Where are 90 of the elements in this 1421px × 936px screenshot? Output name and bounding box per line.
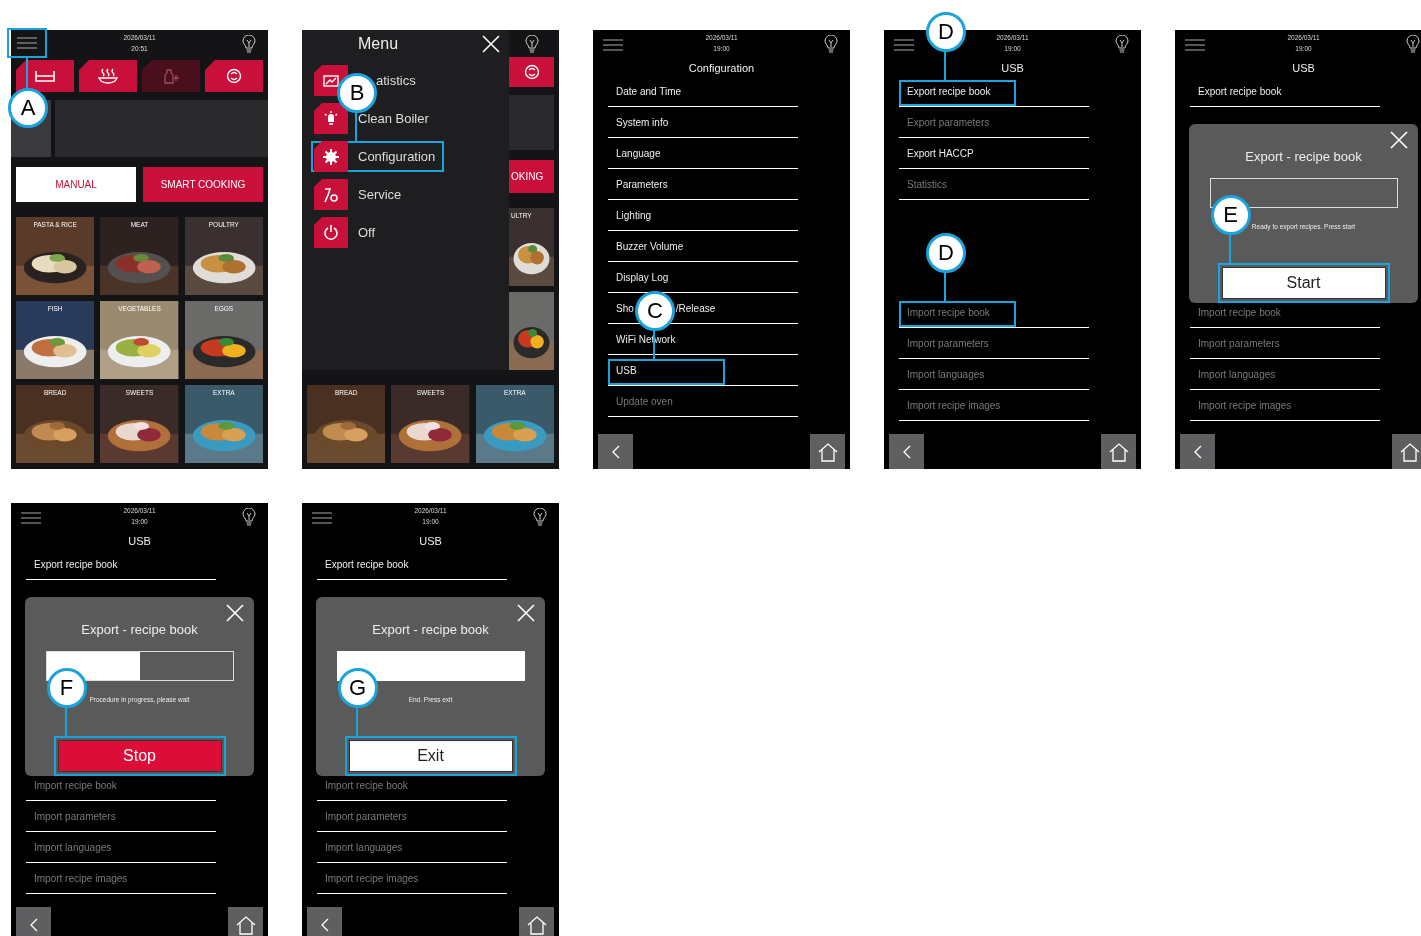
home-button[interactable] bbox=[519, 907, 554, 936]
list-item[interactable]: Lighting bbox=[608, 200, 798, 231]
back-button[interactable] bbox=[307, 907, 342, 936]
menu-icon bbox=[312, 512, 332, 524]
menu-title: Menu bbox=[358, 35, 399, 53]
leader-line bbox=[944, 50, 946, 80]
home-button[interactable] bbox=[810, 434, 845, 469]
menu-icon bbox=[894, 39, 914, 51]
list-item[interactable]: Export recipe book bbox=[1190, 76, 1380, 107]
close-icon[interactable] bbox=[481, 34, 501, 54]
start-button[interactable]: Start bbox=[1221, 267, 1386, 299]
list-item[interactable]: Language bbox=[608, 138, 798, 169]
leader-line bbox=[26, 58, 28, 88]
leader-line bbox=[355, 111, 357, 141]
back-button[interactable] bbox=[16, 907, 51, 936]
screen-title: USB bbox=[128, 534, 151, 549]
wrench-icon bbox=[322, 185, 340, 204]
callout-marker: C bbox=[635, 291, 675, 331]
settings-icon bbox=[322, 147, 340, 166]
home-icon bbox=[816, 441, 839, 462]
back-icon bbox=[902, 444, 911, 459]
home-button[interactable] bbox=[1392, 434, 1421, 469]
callout-marker: D bbox=[926, 12, 966, 52]
menu-item[interactable]: Off bbox=[311, 217, 444, 248]
screen-title: USB bbox=[1001, 61, 1024, 76]
lightbulb-icon bbox=[322, 109, 340, 128]
lightbulb-icon bbox=[533, 508, 547, 526]
back-icon bbox=[320, 917, 329, 932]
list-item[interactable]: Export recipe book bbox=[899, 76, 1089, 107]
menu-item[interactable]: Configuration bbox=[311, 141, 444, 172]
back-button[interactable] bbox=[598, 434, 633, 469]
list-item[interactable]: Parameters bbox=[608, 169, 798, 200]
menu-item[interactable]: Service bbox=[311, 179, 444, 210]
callout-marker: G bbox=[337, 668, 378, 708]
tray-icon bbox=[34, 68, 56, 84]
stop-button[interactable]: Stop bbox=[57, 740, 222, 772]
list-item[interactable]: Date and Time bbox=[608, 76, 798, 107]
list-item[interactable]: Export HACCP bbox=[899, 138, 1089, 169]
steam-icon bbox=[97, 68, 119, 84]
list-item[interactable]: System info bbox=[608, 107, 798, 138]
back-button[interactable] bbox=[1180, 434, 1215, 469]
menu-button[interactable] bbox=[7, 28, 47, 58]
leader-line bbox=[944, 271, 946, 301]
callout-marker: E bbox=[1210, 195, 1251, 235]
screen-title: Configuration bbox=[688, 61, 755, 76]
lightbulb-icon bbox=[524, 35, 539, 53]
mode-tab[interactable] bbox=[79, 60, 137, 92]
dialog-title: Export - recipe book bbox=[81, 621, 198, 639]
screen-title: USB bbox=[1292, 61, 1315, 76]
home-button[interactable] bbox=[228, 907, 263, 936]
close-icon[interactable] bbox=[1389, 130, 1409, 150]
mode-button[interactable]: MANUAL bbox=[16, 167, 136, 202]
screen-title: USB bbox=[419, 534, 442, 549]
back-button[interactable] bbox=[889, 434, 924, 469]
mode-tab[interactable] bbox=[509, 56, 554, 88]
mode-tab[interactable] bbox=[205, 60, 263, 92]
dialog-title: Export - recipe book bbox=[372, 621, 489, 639]
power-icon bbox=[322, 223, 340, 242]
mode-tab[interactable] bbox=[16, 60, 74, 92]
lightbulb-icon bbox=[824, 35, 838, 53]
list-item[interactable]: Export recipe book bbox=[317, 549, 507, 580]
callout-marker: A bbox=[8, 88, 48, 128]
mode-button[interactable]: SMART COOKING bbox=[143, 167, 263, 202]
menu-icon bbox=[21, 512, 41, 524]
exit-button[interactable]: Exit bbox=[348, 740, 513, 772]
mode-button[interactable]: OKING bbox=[509, 159, 554, 193]
home-icon bbox=[1398, 441, 1421, 462]
close-icon[interactable] bbox=[516, 603, 536, 623]
lightbulb-icon bbox=[242, 508, 256, 526]
menu-icon bbox=[603, 39, 623, 51]
list-item[interactable]: Export recipe book bbox=[26, 549, 216, 580]
list-item[interactable]: Buzzer Volume bbox=[608, 231, 798, 262]
lightbulb-icon bbox=[242, 35, 256, 53]
back-icon bbox=[1193, 444, 1202, 459]
callout-marker: D bbox=[926, 233, 966, 273]
home-button[interactable] bbox=[1101, 434, 1136, 469]
dialog-title: Export - recipe book bbox=[1245, 148, 1362, 166]
callout-marker: B bbox=[337, 73, 377, 113]
lightbulb-icon bbox=[1406, 35, 1420, 53]
back-icon bbox=[611, 444, 620, 459]
home-icon bbox=[234, 914, 257, 935]
close-icon[interactable] bbox=[225, 603, 245, 623]
home-icon bbox=[525, 914, 548, 935]
home-icon bbox=[1107, 441, 1130, 462]
back-icon bbox=[29, 917, 38, 932]
lightbulb-icon bbox=[1115, 35, 1129, 53]
menu-icon bbox=[1185, 39, 1205, 51]
menu-icon bbox=[17, 37, 37, 49]
callout-marker: F bbox=[46, 668, 87, 708]
list-item[interactable]: USB bbox=[608, 355, 798, 386]
